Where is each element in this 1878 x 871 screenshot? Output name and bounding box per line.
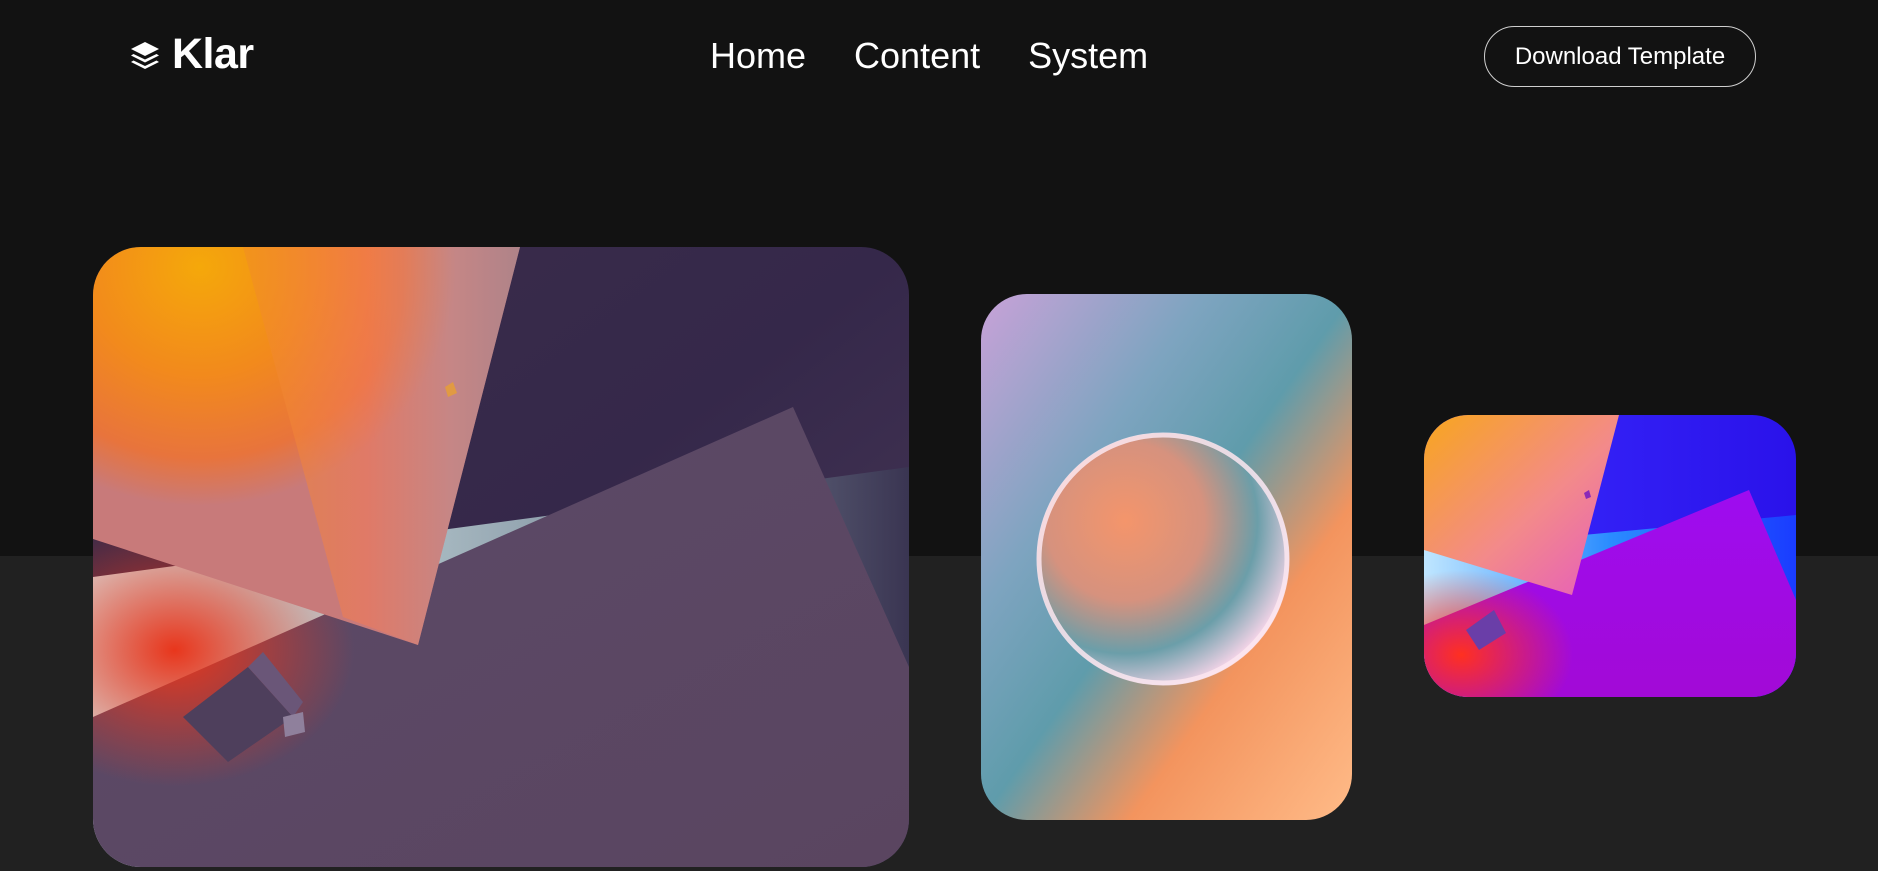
abstract-shapes-dusk-image [93, 247, 909, 867]
brand-logo[interactable]: Klar [128, 30, 254, 79]
abstract-shapes-vivid-image [1424, 415, 1796, 697]
site-header: Klar Home Content System Download Templa… [0, 0, 1878, 115]
nav-item-home[interactable]: Home [710, 34, 806, 78]
download-template-button[interactable]: Download Template [1484, 26, 1756, 87]
nav-item-content[interactable]: Content [854, 34, 980, 78]
glass-sphere-gradient-image [981, 294, 1352, 820]
layers-icon [131, 41, 159, 69]
nav-item-system[interactable]: System [1028, 34, 1148, 78]
main-nav: Home Content System [710, 34, 1196, 78]
brand-name: Klar [172, 30, 254, 78]
